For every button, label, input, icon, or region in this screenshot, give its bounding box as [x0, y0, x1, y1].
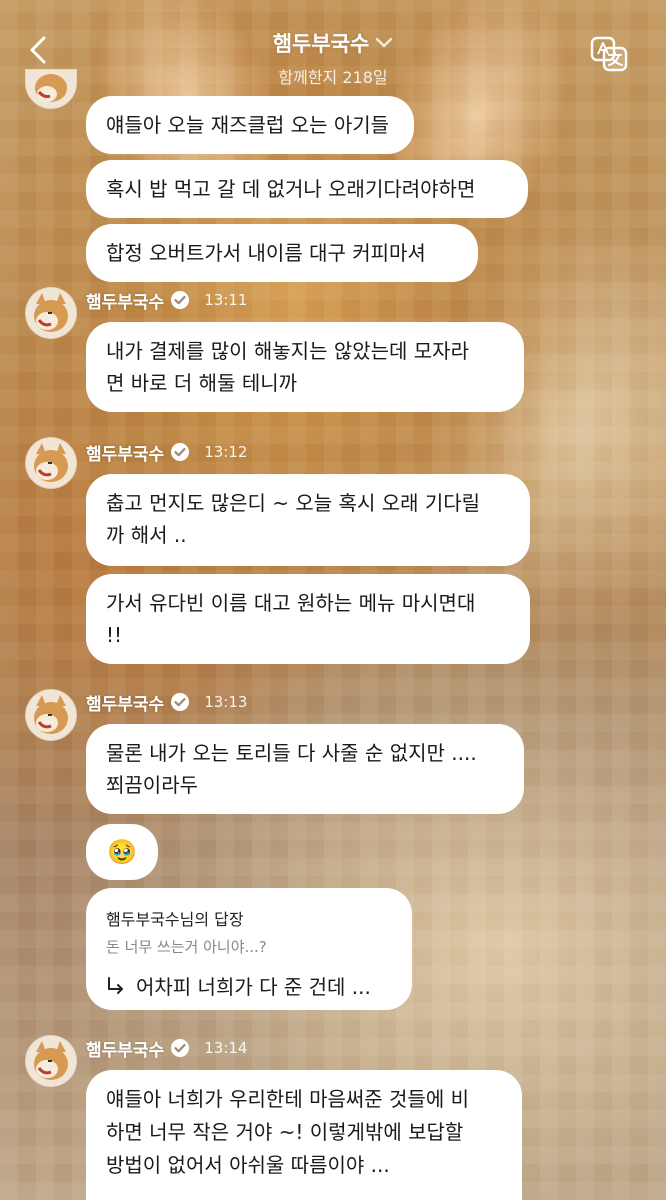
message-bubble[interactable]: 얘들아 오늘 재즈클럽 오는 아기들 — [86, 96, 414, 154]
message-text: 가서 유다빈 이름 대고 원하는 메뉴 마시면대 — [106, 591, 476, 615]
translate-button[interactable] — [590, 36, 628, 72]
message-text: 물론 내가 오는 토리들 다 사줄 순 없지만 .... — [106, 741, 477, 765]
reply-text: 어차피 너희가 다 준 건데 ... — [136, 975, 371, 999]
chat-subtitle: 함께한지 218일 — [278, 68, 388, 87]
avatar[interactable] — [26, 438, 76, 488]
message-time: 13:13 — [204, 693, 248, 711]
translate-icon — [590, 36, 628, 72]
message-text: 얘들아 오늘 재즈클럽 오는 아기들 — [106, 113, 390, 137]
chat-title: 햄두부국수 — [272, 32, 370, 56]
sender-name: 햄두부국수 — [86, 1040, 165, 1061]
message-text: 쬐끔이라두 — [106, 773, 198, 797]
avatar[interactable] — [26, 690, 76, 740]
message-bubble[interactable]: 가서 유다빈 이름 대고 원하는 메뉴 마시면대 !! — [86, 574, 530, 664]
sender-name: 햄두부국수 — [86, 694, 165, 715]
message-bubble[interactable]: 내가 결제를 많이 해놓지는 않았는데 모자라 면 바로 더 해둘 테니까 — [86, 322, 524, 412]
message-time: 13:11 — [204, 291, 248, 309]
verified-badge-icon — [171, 291, 190, 309]
chat-title-button[interactable]: 햄두부국수 — [273, 28, 394, 58]
chevron-down-icon — [376, 37, 393, 48]
message-text: 얘들아 너희가 우리한테 마음써준 것들에 비 — [106, 1087, 469, 1111]
sender-row: 햄두부국수 13:12 — [86, 440, 248, 465]
message-text: 합정 오버트가서 내이름 대구 커피마셔 — [106, 241, 426, 265]
sender-row: 햄두부국수 13:14 — [86, 1036, 248, 1061]
avatar[interactable] — [26, 288, 76, 338]
message-text: 혹시 밥 먹고 갈 데 없거나 오래기다려야하면 — [106, 177, 476, 201]
message-bubble[interactable]: 물론 내가 오는 토리들 다 사줄 순 없지만 .... 쬐끔이라두 — [86, 724, 524, 814]
chat-header: 햄두부국수 함께한지 218일 — [0, 0, 666, 100]
message-time: 13:14 — [204, 1039, 248, 1057]
message-bubble[interactable]: 혹시 밥 먹고 갈 데 없거나 오래기다려야하면 — [86, 160, 528, 218]
reply-title: 햄두부국수님의 답장 — [106, 910, 244, 929]
avatar[interactable] — [26, 1036, 76, 1086]
message-text: 춥고 먼지도 많은디 ~ 오늘 혹시 오래 기다릴 — [106, 491, 481, 515]
message-text: 방법이 없어서 아쉬울 따름이야 ... — [106, 1153, 390, 1177]
sender-name: 햄두부국수 — [86, 444, 165, 465]
sender-name: 햄두부국수 — [86, 292, 165, 313]
sender-row: 햄두부국수 13:13 — [86, 690, 248, 715]
emoji-pleading-face: 🥹 — [107, 838, 137, 866]
message-bubble[interactable]: 얘들아 너희가 우리한테 마음써준 것들에 비 하면 너무 작은 거야 ~! 이… — [86, 1070, 522, 1200]
reply-arrow-icon — [108, 976, 123, 994]
verified-badge-icon — [171, 1039, 190, 1057]
message-text: 하면 너무 작은 거야 ~! 이렇게밖에 보답할 — [106, 1120, 464, 1144]
message-bubble[interactable]: 합정 오버트가서 내이름 대구 커피마셔 — [86, 224, 478, 282]
message-text: 내가 결제를 많이 해놓지는 않았는데 모자라 — [106, 339, 469, 363]
message-text: 까 해서 .. — [106, 523, 187, 547]
verified-badge-icon — [171, 443, 190, 461]
reply-quoted-text: 돈 너무 쓰는거 아니야...? — [106, 938, 267, 956]
verified-badge-icon — [171, 693, 190, 711]
message-time: 13:12 — [204, 443, 248, 461]
emoji-bubble[interactable]: 🥹 — [86, 824, 158, 880]
message-bubble[interactable]: 춥고 먼지도 많은디 ~ 오늘 혹시 오래 기다릴 까 해서 .. — [86, 474, 530, 566]
sender-row: 햄두부국수 13:11 — [86, 288, 248, 313]
reply-message-card[interactable]: 햄두부국수님의 답장 돈 너무 쓰는거 아니야...? 어차피 너희가 다 준 … — [86, 888, 412, 1010]
message-text: !! — [106, 623, 123, 647]
message-text: 면 바로 더 해둘 테니까 — [106, 371, 298, 395]
